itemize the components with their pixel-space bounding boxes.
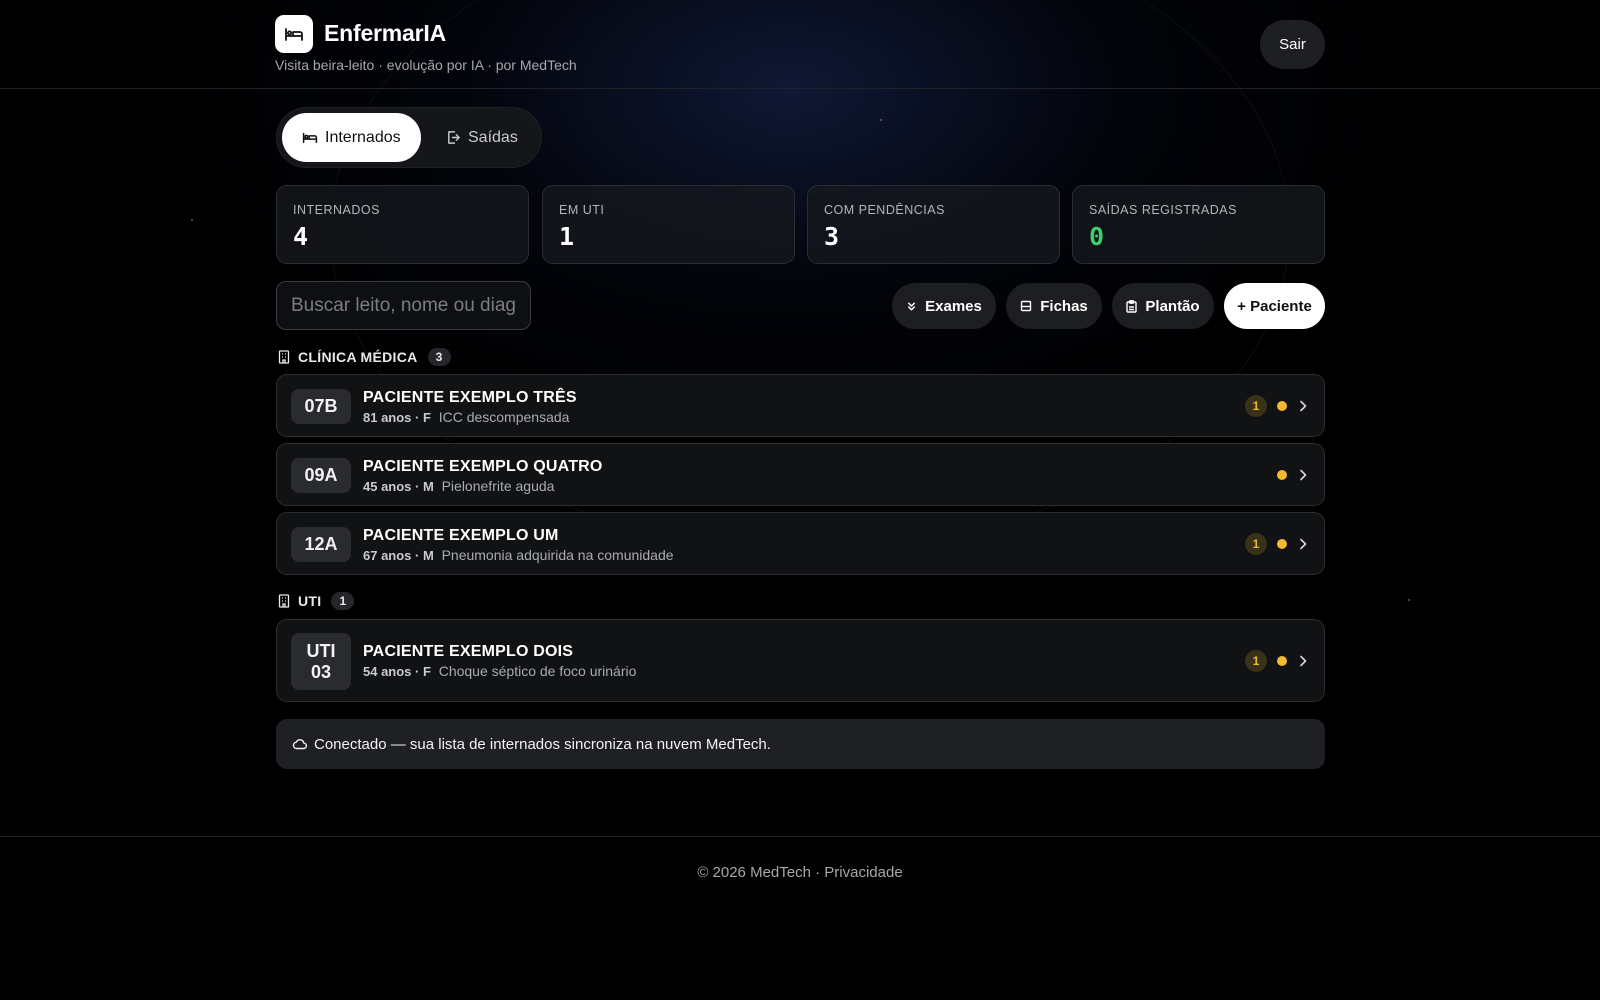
stat-label: EM UTI (559, 203, 605, 217)
tab-label: Saídas (468, 128, 518, 146)
add-patient-button[interactable]: + Paciente (1224, 283, 1325, 329)
chevron-right-icon (1300, 655, 1307, 667)
pending-count-badge: 1 (1245, 395, 1267, 417)
stat-value: 0 (1089, 222, 1105, 251)
document-icon (1021, 300, 1032, 312)
stat-value: 1 (559, 222, 575, 251)
tab-label: Internados (325, 128, 401, 146)
sync-status-text: Conectado — sua lista de internados sinc… (314, 735, 771, 753)
status-dot (1277, 656, 1287, 666)
pending-count-badge: 1 (1245, 533, 1267, 555)
app-header: EnfermarIA Visita beira-leito · evolução… (0, 0, 1600, 89)
patient-demographics: 45 anos · M (363, 479, 434, 494)
section-header-clinica: CLÍNICA MÉDICA 3 (278, 347, 451, 367)
pending-count-badge: 1 (1245, 650, 1267, 672)
stat-label: SAÍDAS REGISTRADAS (1089, 203, 1237, 217)
section-title: UTI (298, 593, 322, 609)
app-subtitle: Visita beira-leito · evolução por IA · p… (275, 57, 577, 73)
patient-diagnosis: ICC descompensada (438, 409, 570, 425)
stat-card-internados: INTERNADOS 4 (276, 185, 529, 264)
sync-status-bar: Conectado — sua lista de internados sinc… (276, 719, 1325, 769)
section-title: CLÍNICA MÉDICA (298, 349, 418, 365)
bed-badge-line: UTI (306, 640, 336, 661)
patient-demographics: 54 anos · F (363, 664, 431, 679)
status-dot (1277, 401, 1287, 411)
view-tabs: Internados Saídas (276, 107, 542, 168)
patient-demographics: 81 anos · F (363, 410, 431, 425)
exams-button[interactable]: Exames (892, 283, 996, 329)
logout-button[interactable]: Sair (1260, 20, 1325, 69)
double-chevron-down-icon (908, 302, 916, 310)
chevron-right-icon (1300, 538, 1307, 550)
patient-demographics: 67 anos · M (363, 548, 434, 563)
patient-meta: 81 anos · F ICC descompensada (363, 409, 569, 425)
section-count-badge: 1 (331, 592, 355, 610)
background-star (1408, 599, 1410, 601)
patient-diagnosis: Pielonefrite aguda (441, 478, 555, 494)
privacy-link[interactable]: Privacidade (824, 864, 902, 881)
patient-meta: 67 anos · M Pneumonia adquirida na comun… (363, 547, 674, 563)
bed-badge-line: 03 (310, 661, 332, 682)
app-logo (275, 15, 313, 53)
status-dot (1277, 539, 1287, 549)
stat-label: INTERNADOS (293, 203, 380, 217)
status-dot (1277, 470, 1287, 480)
button-label: Exames (925, 297, 982, 315)
exit-icon (448, 131, 460, 144)
patient-diagnosis: Choque séptico de foco urinário (438, 663, 637, 679)
background-star (880, 119, 882, 121)
bed-icon (285, 28, 303, 41)
footer-separator: · (810, 864, 825, 881)
stat-card-pendencias: COM PENDÊNCIAS 3 (807, 185, 1060, 264)
patient-row[interactable]: UTI 03 PACIENTE EXEMPLO DOIS 54 anos · F… (276, 619, 1325, 702)
app-title: EnfermarIA (324, 20, 446, 46)
patient-name: PACIENTE EXEMPLO TRÊS (363, 389, 577, 406)
search-input[interactable] (276, 281, 531, 330)
patient-row[interactable]: 09A PACIENTE EXEMPLO QUATRO 45 anos · M … (276, 443, 1325, 506)
building-icon (278, 350, 290, 364)
patient-meta: 54 anos · F Choque séptico de foco uriná… (363, 663, 636, 679)
footer-divider (0, 836, 1600, 837)
building-icon (278, 594, 290, 608)
forms-button[interactable]: Fichas (1006, 283, 1102, 329)
bed-badge: 09A (291, 458, 351, 493)
patient-meta: 45 anos · M Pielonefrite aguda (363, 478, 554, 494)
stat-card-saidas: SAÍDAS REGISTRADAS 0 (1072, 185, 1325, 264)
patient-row[interactable]: 12A PACIENTE EXEMPLO UM 67 anos · M Pneu… (276, 512, 1325, 575)
footer-copyright: © 2026 MedTech (697, 864, 811, 881)
button-label: Fichas (1040, 297, 1088, 315)
clipboard-icon (1126, 299, 1138, 313)
shift-button[interactable]: Plantão (1112, 283, 1214, 329)
section-count-badge: 3 (427, 348, 451, 366)
chevron-right-icon (1300, 400, 1307, 412)
stat-value: 3 (824, 222, 840, 251)
stat-value: 4 (293, 222, 309, 251)
stat-card-em-uti: EM UTI 1 (542, 185, 795, 264)
section-header-uti: UTI 1 (278, 591, 355, 611)
footer: © 2026 MedTech · Privacidade (0, 864, 1600, 881)
bed-icon (302, 132, 318, 144)
stat-label: COM PENDÊNCIAS (824, 203, 945, 217)
bed-badge: UTI 03 (291, 633, 351, 690)
patient-name: PACIENTE EXEMPLO DOIS (363, 643, 574, 660)
chevron-right-icon (1300, 469, 1307, 481)
cloud-icon (292, 739, 307, 750)
bed-badge: 12A (291, 527, 351, 562)
bed-badge: 07B (291, 389, 351, 424)
patient-row[interactable]: 07B PACIENTE EXEMPLO TRÊS 81 anos · F IC… (276, 374, 1325, 437)
background-star (191, 219, 193, 221)
patient-diagnosis: Pneumonia adquirida na comunidade (441, 547, 674, 563)
button-label: Plantão (1145, 297, 1200, 315)
background-glow (0, 0, 1600, 700)
tab-internados[interactable]: Internados (282, 113, 421, 162)
patient-name: PACIENTE EXEMPLO UM (363, 527, 559, 544)
tab-saidas[interactable]: Saídas (432, 113, 537, 162)
patient-name: PACIENTE EXEMPLO QUATRO (363, 458, 603, 475)
